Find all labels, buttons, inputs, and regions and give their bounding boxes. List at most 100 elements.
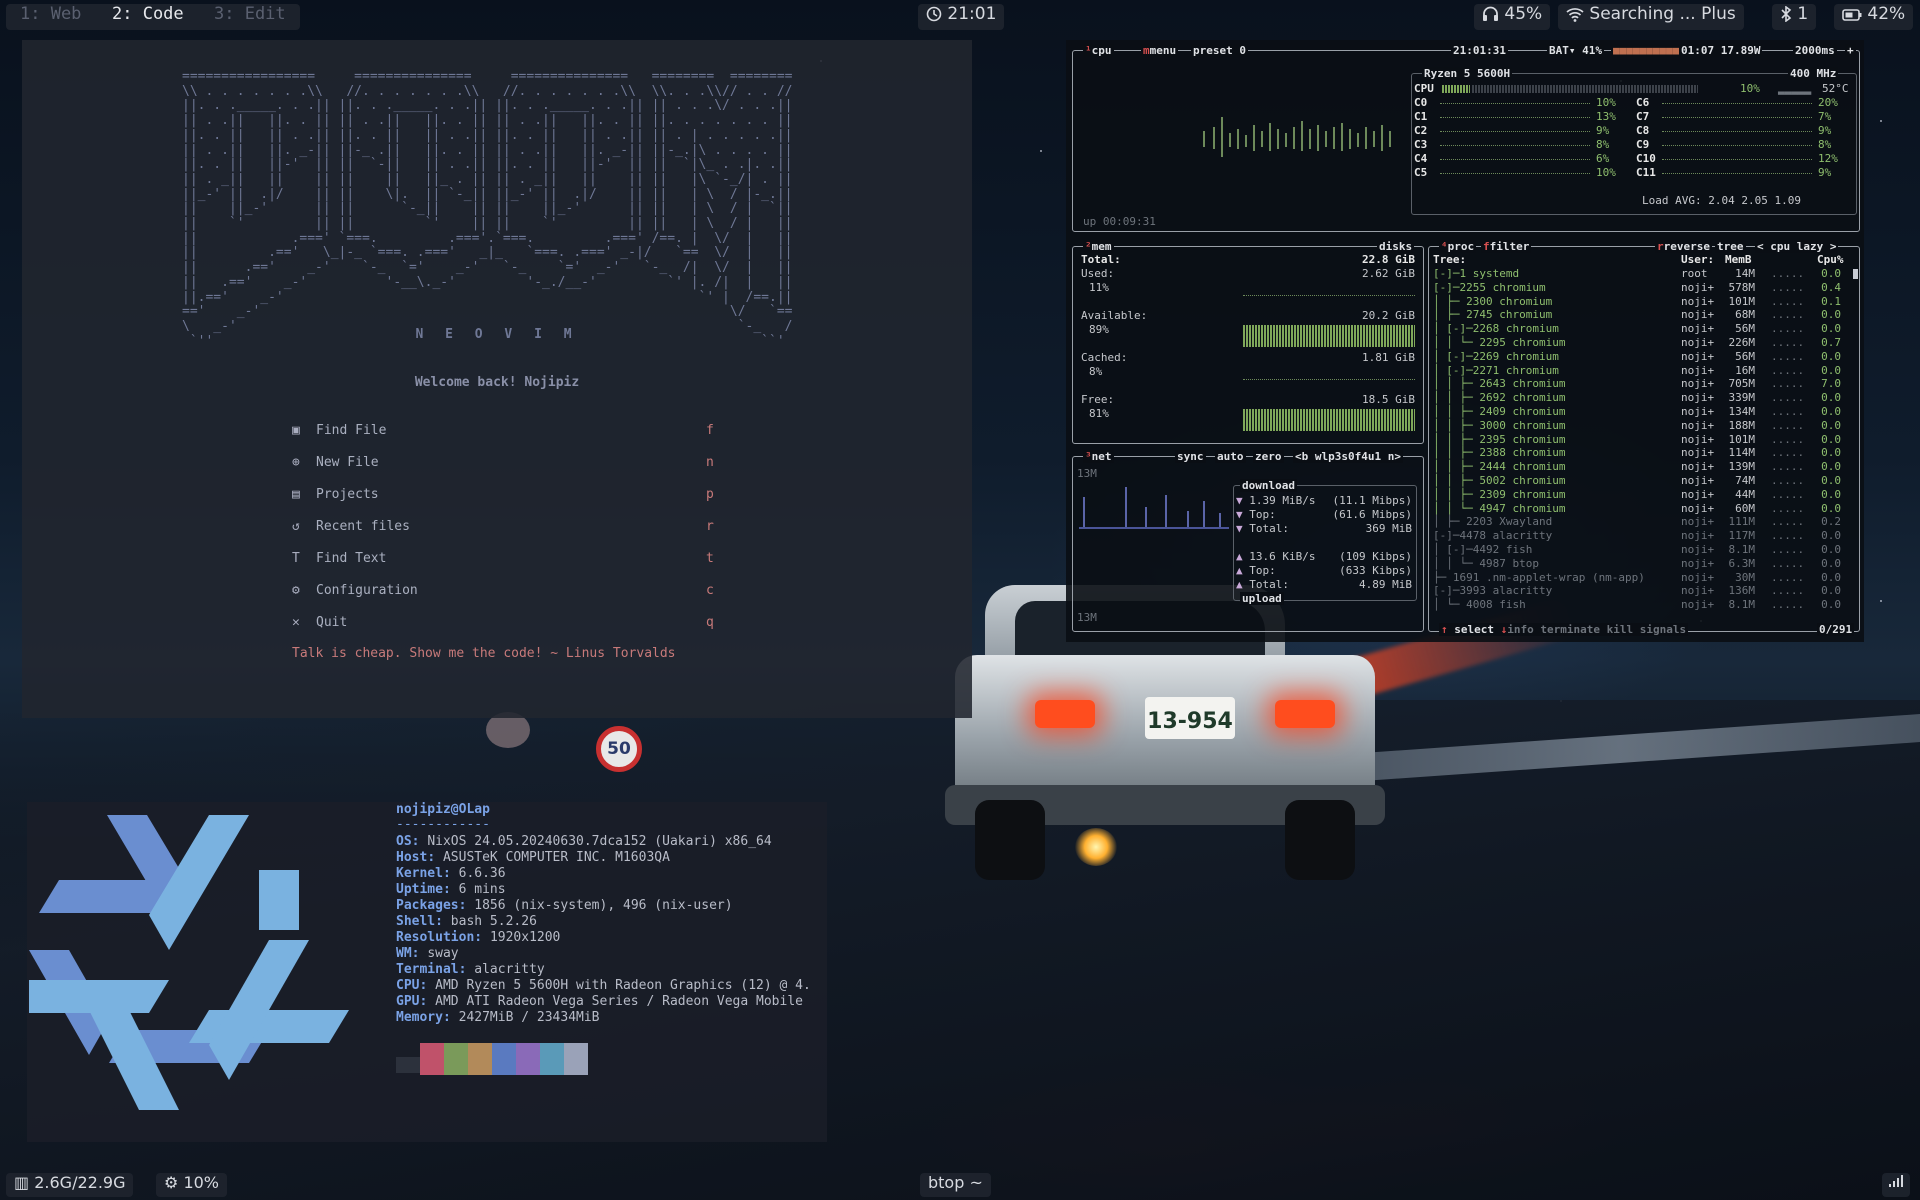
footer-select[interactable]: select: [1454, 623, 1494, 636]
process-user: noji+: [1681, 363, 1715, 377]
process-row[interactable]: │ │ └─ 2295 chromium noji+ 226M..... 0.7: [1429, 336, 1853, 349]
col-mem[interactable]: MemB: [1725, 253, 1752, 266]
process-row[interactable]: │ [-]─4492 fish noji+ 8.1M..... 0.0: [1429, 543, 1853, 556]
core-graph: [1440, 117, 1590, 120]
exhaust-flame: [1075, 828, 1117, 866]
menu-configuration[interactable]: ⚙ Configuration c: [292, 583, 722, 603]
preset-selector[interactable]: preset 0: [1191, 44, 1248, 57]
battery-icon: [1842, 9, 1862, 21]
process-row[interactable]: │ │ ├─ 2388 chromium noji+ 114M..... 0.0: [1429, 446, 1853, 459]
wifi-indicator[interactable]: Searching ... Plus: [1558, 4, 1744, 30]
menu-projects[interactable]: ▤ Projects p: [292, 487, 722, 507]
signal-icon[interactable]: [1882, 1173, 1910, 1197]
audio-indicator[interactable]: 45%: [1474, 4, 1551, 30]
tab-cpu[interactable]: ¹cpu: [1083, 44, 1114, 57]
process-row[interactable]: [-]─2255 chromium noji+ 578M..... 0.4: [1429, 281, 1853, 294]
bluetooth-count: 1: [1797, 4, 1809, 24]
process-row[interactable]: │ │ ├─ 3000 chromium noji+ 188M..... 0.0: [1429, 419, 1853, 432]
menu-new-file[interactable]: ⊕ New File n: [292, 455, 722, 475]
process-row[interactable]: │ [-]─2271 chromium noji+ 16M..... 0.0: [1429, 364, 1853, 377]
footer-terminate[interactable]: terminate: [1540, 623, 1600, 636]
proc-sort[interactable]: < cpu lazy >: [1755, 240, 1839, 253]
col-cpu[interactable]: Cpu%: [1817, 253, 1844, 266]
net-auto[interactable]: auto: [1215, 450, 1246, 463]
process-cpu: 0.0: [1821, 460, 1841, 474]
process-cpu-graph: .....: [1771, 391, 1805, 405]
bluetooth-indicator[interactable]: 1: [1772, 4, 1817, 30]
process-row[interactable]: │ │ ├─ 2643 chromium noji+ 705M..... 7.0: [1429, 377, 1853, 390]
clock[interactable]: 21:01: [918, 4, 1005, 30]
footer-kill[interactable]: kill: [1607, 623, 1634, 636]
workspace-2[interactable]: 2: Code: [112, 4, 184, 30]
tab-mem[interactable]: ²mem: [1083, 240, 1114, 253]
menu-recent-files[interactable]: ↺ Recent files r: [292, 519, 722, 539]
process-mem: 6.3M: [1728, 556, 1756, 570]
cpu-indicator[interactable]: ⚙ 10%: [156, 1173, 227, 1197]
process-name: [-]─4478 alacritty: [1433, 529, 1553, 543]
net-zero[interactable]: zero: [1253, 450, 1284, 463]
core-graph: [1440, 173, 1590, 176]
cpu-graph: [1203, 117, 1391, 157]
battery-level: 42%: [1867, 4, 1906, 24]
proc-tree-toggle[interactable]: tree: [1715, 240, 1746, 253]
menu-find-text[interactable]: T Find Text t: [292, 551, 722, 571]
download-rate-bits: (11.1 Mibps): [1332, 494, 1412, 507]
col-tree[interactable]: Tree:: [1433, 253, 1466, 266]
menu-quit[interactable]: ✕ Quit q: [292, 615, 722, 635]
download-top: (61.6 Mibps): [1332, 508, 1412, 521]
process-row[interactable]: │ ├─ 2300 chromium noji+ 101M..... 0.1: [1429, 295, 1853, 308]
net-sync[interactable]: sync: [1175, 450, 1206, 463]
process-row[interactable]: │ └─ 4008 fish noji+ 8.1M..... 0.0: [1429, 598, 1853, 611]
update-interval[interactable]: 2000ms: [1793, 44, 1837, 57]
process-row[interactable]: [-]─3993 alacritty noji+ 136M..... 0.0: [1429, 584, 1853, 597]
proc-filter[interactable]: ffilter: [1481, 240, 1532, 253]
tab-disks[interactable]: disks: [1377, 240, 1415, 253]
process-row[interactable]: │ [-]─2269 chromium noji+ 56M..... 0.0: [1429, 350, 1853, 363]
btop-window[interactable]: ¹cpu mmenu preset 0 21:01:31 BAT▾ 41% ■■…: [1066, 40, 1864, 642]
process-row[interactable]: │ │ ├─ 2309 chromium noji+ 44M..... 0.0: [1429, 488, 1853, 501]
process-cpu-graph: .....: [1771, 405, 1805, 418]
cpu-icon: ⚙: [164, 1173, 179, 1192]
net-interface[interactable]: <b wlp3s0f4u1 n>: [1293, 450, 1403, 463]
core-usage: 12%: [1818, 152, 1838, 165]
process-row[interactable]: [-]─4478 alacritty noji+ 117M..... 0.0: [1429, 529, 1853, 542]
process-row[interactable]: [-]─1 systemd root 14M..... 0.0: [1429, 267, 1853, 280]
ff-line: Packages: 1856 (nix-system), 496 (nix-us…: [396, 898, 733, 914]
process-row[interactable]: │ │ ├─ 2444 chromium noji+ 139M..... 0.0: [1429, 460, 1853, 473]
uptime: up 00:09:31: [1083, 215, 1156, 228]
proc-scrollbar[interactable]: [1853, 269, 1858, 279]
core-usage: 10%: [1596, 96, 1616, 109]
download-total: 369 MiB: [1365, 522, 1412, 535]
process-row[interactable]: │ │ └─ 4987 btop noji+ 6.3M..... 0.0: [1429, 557, 1853, 570]
col-user[interactable]: User:: [1681, 253, 1714, 266]
process-row[interactable]: │ │ ├─ 5002 chromium noji+ 74M..... 0.0: [1429, 474, 1853, 487]
interval-plus[interactable]: +: [1845, 44, 1856, 57]
workspace-3[interactable]: 3: Edit: [214, 4, 286, 30]
menu-find-file[interactable]: ▣ Find File f: [292, 423, 722, 443]
wifi-status: Searching ... Plus: [1589, 4, 1736, 24]
tab-net[interactable]: ³net: [1083, 450, 1114, 463]
process-row[interactable]: │ │ ├─ 2395 chromium noji+ 101M..... 0.0: [1429, 433, 1853, 446]
core-usage: 8%: [1596, 138, 1610, 151]
process-row[interactable]: │ │ ├─ 2409 chromium noji+ 134M..... 0.0: [1429, 405, 1853, 418]
fastfetch-window[interactable]: nojipiz@OLap ------------ OS: NixOS 24.0…: [27, 802, 827, 1142]
footer-signals[interactable]: signals: [1640, 623, 1686, 636]
process-cpu: 0.0: [1821, 598, 1841, 612]
tab-menu[interactable]: mmenu: [1141, 44, 1179, 57]
battery-indicator[interactable]: 42%: [1834, 4, 1914, 30]
neovim-window[interactable]: ================= =============== ======…: [22, 40, 972, 718]
footer-info[interactable]: info: [1507, 623, 1534, 636]
process-row[interactable]: │ [-]─2268 chromium noji+ 56M..... 0.0: [1429, 322, 1853, 335]
process-row[interactable]: │ │ ├─ 2692 chromium noji+ 339M..... 0.0: [1429, 391, 1853, 404]
process-row[interactable]: ├─ 1691 .nm-applet-wrap (nm-app) noji+ 30M…: [1429, 571, 1853, 584]
memory-indicator[interactable]: ▥ 2.6G/22.9G: [6, 1173, 134, 1197]
top-bar: 1: Web 2: Code 3: Edit 21:01 45% Searchi…: [0, 0, 1920, 34]
proc-reverse[interactable]: rreverse: [1655, 240, 1712, 253]
process-row[interactable]: │ ├─ 2203 Xwayland noji+ 111M..... 0.2: [1429, 515, 1853, 528]
ff-key: OS: [396, 834, 412, 849]
workspace-1[interactable]: 1: Web: [20, 4, 81, 30]
process-row[interactable]: │ │ └─ 4947 chromium noji+ 60M..... 0.0: [1429, 502, 1853, 515]
color-swatch: [564, 1043, 588, 1075]
tab-proc[interactable]: ⁴proc: [1439, 240, 1477, 253]
process-row[interactable]: │ ├─ 2745 chromium noji+ 68M..... 0.0: [1429, 308, 1853, 321]
